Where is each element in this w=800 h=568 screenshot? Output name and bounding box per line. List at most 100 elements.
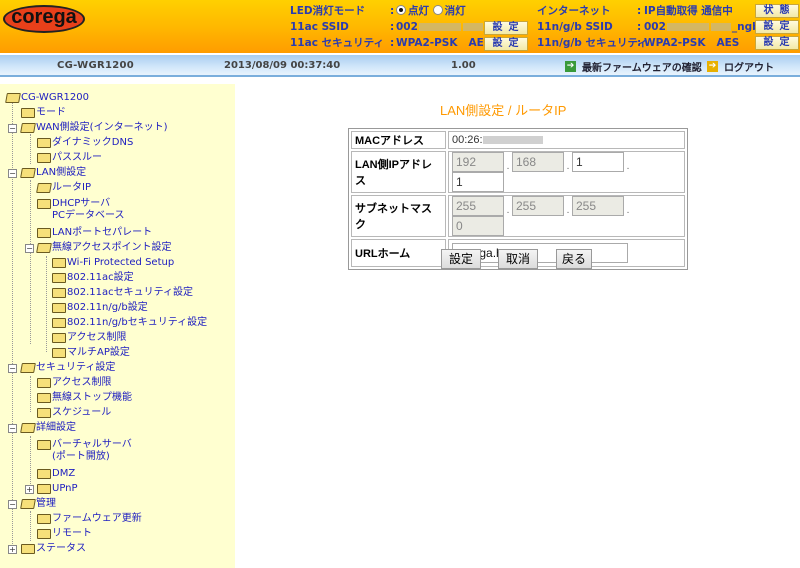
collapse-icon[interactable]: − [8,364,17,373]
tree-item-access-restriction[interactable]: アクセス制限 [37,377,112,389]
folder-icon [37,529,51,539]
subnet-octet-1: 255 [452,196,504,216]
cancel-button[interactable]: 取消 [498,249,538,269]
folder-icon [52,333,66,343]
tree-item-schedule[interactable]: スケジュール [37,407,111,419]
back-button[interactable]: 戻る [556,249,592,269]
tree-item-lan[interactable]: LAN側設定 [20,167,86,179]
redacted-text [710,23,731,31]
lan-ip-label: LAN側IPアドレス [351,151,446,193]
header: corega LED消灯モード : 点灯 消灯 11ac SSID : 002_… [0,0,800,53]
redacted-text [666,23,709,31]
url-home-label: URLホーム [351,239,446,267]
tree-item-firmware-update[interactable]: ファームウェア更新 [37,513,142,525]
folder-icon [37,138,51,148]
lan-ip-octet-4[interactable]: 1 [452,172,504,192]
tree-item-advanced[interactable]: 詳細設定 [20,422,76,434]
tree-item-status[interactable]: ステータス [21,543,86,555]
folder-open-icon [20,423,36,433]
info-bar: CG-WGR1200 2013/08/09 00:37:40 1.00 ➔ 最新… [0,55,800,77]
folder-icon [37,440,51,450]
folder-icon [37,408,51,418]
tree-item-admin[interactable]: 管理 [20,498,56,510]
expand-icon[interactable]: + [25,485,34,494]
folder-icon [37,514,51,524]
tree-item-remote[interactable]: リモート [37,528,92,540]
lan-ip-octet-3[interactable]: 1 [572,152,624,172]
internet-status-button[interactable]: 状態 [755,4,799,18]
arrow-right-icon: ➔ [707,61,718,72]
tree-root-cg-wgr1200[interactable]: CG-WGR1200 [5,92,89,104]
folder-icon [37,469,51,479]
ngb-ssid-settings-button[interactable]: 設定 [755,20,799,34]
device-datetime: 2013/08/09 00:37:40 [224,60,341,71]
led-off-label: 消灯 [444,5,466,17]
tree-item-ngb-settings[interactable]: 802.11n/g/b設定 [52,302,148,314]
folder-open-icon [36,183,52,193]
folder-icon [52,288,66,298]
tree-item-wireless-stop[interactable]: 無線ストップ機能 [37,392,132,404]
folder-open-icon [5,93,21,103]
tree-item-ddns[interactable]: ダイナミックDNS [37,137,133,149]
folder-icon [21,544,35,554]
tree-item-passthrough[interactable]: パススルー [37,152,102,164]
tree-item-virtual-server[interactable]: バーチャルサーバ (ポート開放) [37,439,132,463]
tree-connector [30,376,31,412]
tree-item-ac-settings[interactable]: 802.11ac設定 [52,272,134,284]
tree-item-multi-ap[interactable]: マルチAP設定 [52,347,130,359]
ngb-ssid-value: 002 _ngb [644,21,760,33]
internet-label: インターネット [537,5,611,17]
tree-item-wan[interactable]: WAN側設定(インターネット) [20,122,167,134]
corega-logo: corega [3,5,85,33]
expand-icon[interactable]: + [8,545,17,554]
folder-icon [52,273,66,283]
folder-icon [37,199,51,209]
tree-item-router-ip[interactable]: ルータIP [36,182,91,194]
tree-item-ngb-security[interactable]: 802.11n/g/bセキュリティ設定 [52,317,207,329]
folder-icon [37,393,51,403]
tree-connector [30,134,31,164]
subnet-row: サブネットマスク 255. 255. 255.0 [351,195,685,237]
tree-item-upnp[interactable]: UPnP [37,483,78,495]
tree-item-dmz[interactable]: DMZ [37,468,75,480]
folder-icon [52,348,66,358]
collapse-icon[interactable]: − [8,500,17,509]
led-on-label: 点灯 [408,5,429,17]
redacted-text [462,23,483,31]
lan-ip-octet-2: 168 [512,152,564,172]
redacted-text [418,23,461,31]
collapse-icon[interactable]: − [8,424,17,433]
ngb-security-settings-button[interactable]: 設定 [755,36,799,50]
ac-ssid-settings-button[interactable]: 設定 [484,21,528,35]
tree-item-lan-port-separate[interactable]: LANポートセパレート [37,227,152,239]
folder-icon [37,228,51,238]
collapse-icon[interactable]: − [25,244,34,253]
subnet-octet-4: 0 [452,216,504,236]
tree-item-mode[interactable]: モード [21,107,66,119]
ngb-ssid-label: 11n/g/b SSID [537,21,613,33]
tree-item-wireless-ap[interactable]: 無線アクセスポイント設定 [36,242,172,254]
led-off-radio[interactable] [432,5,443,15]
collapse-icon[interactable]: − [8,169,17,178]
ac-security-settings-button[interactable]: 設定 [484,37,528,51]
ngb-security-label: 11n/g/b セキュリティ [537,37,648,49]
ac-ssid-label: 11ac SSID [290,21,349,33]
ac-security-label: 11ac セキュリティ [290,37,384,49]
ac-security-value: WPA2-PSK AES [396,37,492,49]
folder-open-icon [20,499,36,509]
check-firmware-link[interactable]: ➔ 最新ファームウェアの確認 [565,59,702,74]
tree-item-ac-security[interactable]: 802.11acセキュリティ設定 [52,287,193,299]
tree-item-wps[interactable]: Wi-Fi Protected Setup [52,257,174,269]
folder-icon [37,153,51,163]
tree-connector [30,180,31,344]
led-on-radio[interactable] [396,5,406,15]
folder-icon [52,318,66,328]
collapse-icon[interactable]: − [8,124,17,133]
logout-link[interactable]: ➔ ログアウト [707,59,774,74]
tree-item-wireless-access-restriction[interactable]: アクセス制限 [52,332,127,344]
apply-button[interactable]: 設定 [441,249,481,269]
subnet-octet-2: 255 [512,196,564,216]
tree-item-security[interactable]: セキュリティ設定 [20,362,115,374]
tree-connector [30,436,31,488]
tree-item-dhcp[interactable]: DHCPサーバ PCデータベース [37,198,125,222]
